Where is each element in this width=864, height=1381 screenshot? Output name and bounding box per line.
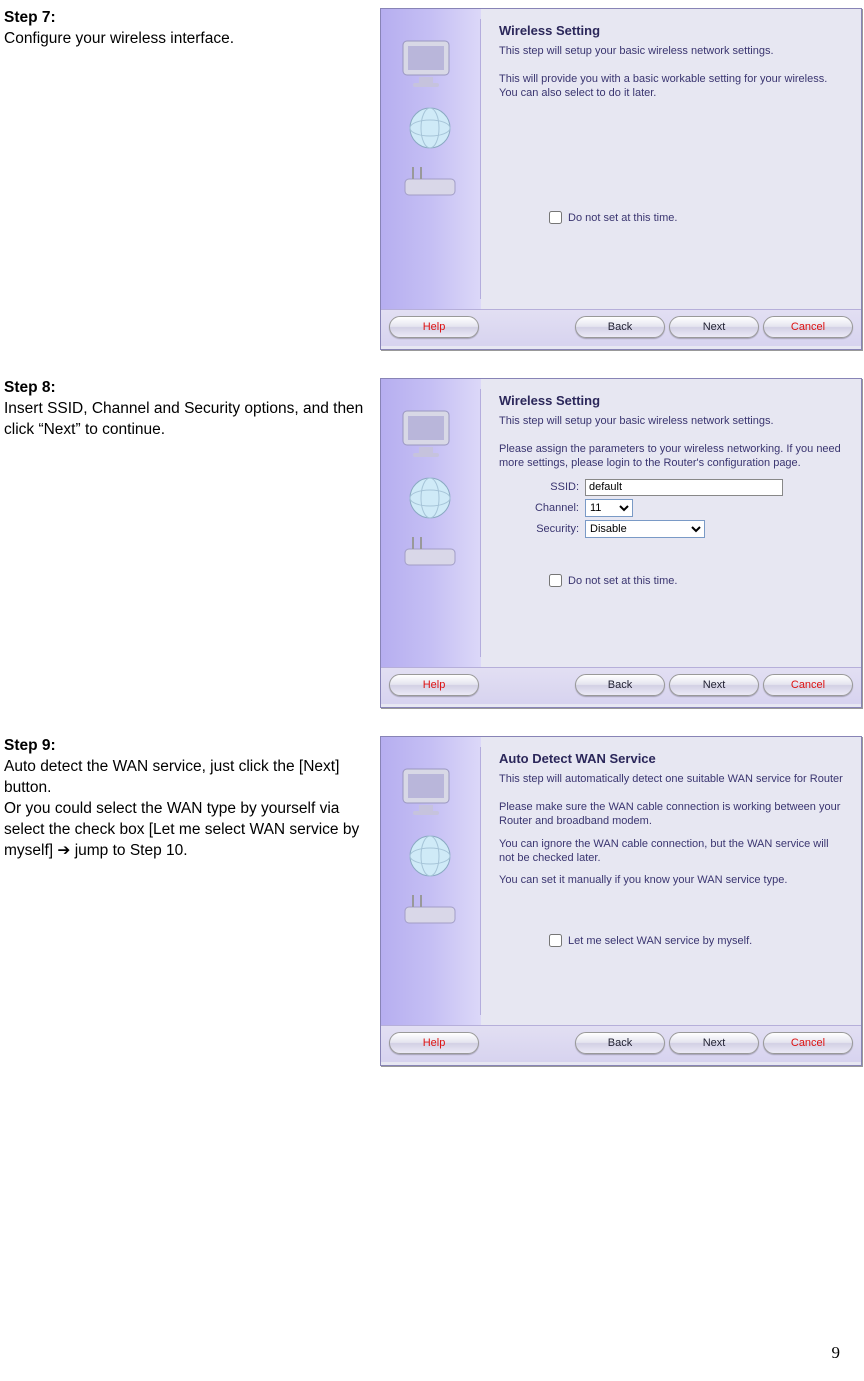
step8-panel-note: Please assign the parameters to your wir… [499,442,845,471]
step9-desc1: Auto detect the WAN service, just click … [4,758,339,796]
step7-panel-note: This will provide you with a basic worka… [499,72,845,101]
step8-donotset-checkbox[interactable] [549,574,562,587]
back-button[interactable]: Back [575,316,665,338]
step9-content: Auto Detect WAN Service This step will a… [481,737,861,1025]
step9-manual-checkbox[interactable] [549,934,562,947]
security-select[interactable]: Disable [585,520,705,538]
step8-content: Wireless Setting This step will setup yo… [481,379,861,667]
step8-heading: Step 8: [4,379,56,396]
security-label: Security: [519,522,579,536]
step7-donotset-label: Do not set at this time. [568,211,677,225]
help-button[interactable]: Help [389,674,479,696]
step9-buttonbar: Help Back Next Cancel [381,1025,861,1062]
step7-text: Step 7: Configure your wireless interfac… [4,8,380,50]
step9-text: Step 9: Auto detect the WAN service, jus… [4,736,380,862]
monitor-icon [399,765,461,821]
wizard-sidebar [381,379,481,667]
channel-label: Channel: [519,501,579,515]
step7-buttonbar: Help Back Next Cancel [381,309,861,346]
router-icon [399,165,463,205]
step9-panel-p3: You can set it manually if you know your… [499,873,845,887]
step9-panel-p1: Please make sure the WAN cable connectio… [499,800,845,829]
step9-desc2: Or you could select the WAN type by your… [4,800,359,859]
router-icon [399,535,463,575]
wizard-sidebar [381,737,481,1025]
step7-heading: Step 7: [4,9,56,26]
step7-panel-title: Wireless Setting [499,23,845,40]
ssid-input[interactable] [585,479,783,496]
step7-desc: Configure your wireless interface. [4,30,234,47]
step9-panel-p2: You can ignore the WAN cable connection,… [499,837,845,866]
step7-content: Wireless Setting This step will setup yo… [481,9,861,309]
step7-donotset-checkbox[interactable] [549,211,562,224]
step8-buttonbar: Help Back Next Cancel [381,667,861,704]
cancel-button[interactable]: Cancel [763,1032,853,1054]
back-button[interactable]: Back [575,674,665,696]
help-button[interactable]: Help [389,1032,479,1054]
step7-wizard: Wireless Setting This step will setup yo… [380,8,862,350]
step9-heading: Step 9: [4,737,56,754]
step9-panel-intro: This step will automatically detect one … [499,772,845,786]
help-button[interactable]: Help [389,316,479,338]
router-icon [399,893,463,933]
next-button[interactable]: Next [669,1032,759,1054]
step7-panel-intro: This step will setup your basic wireless… [499,44,845,58]
globe-icon [407,475,453,521]
back-button[interactable]: Back [575,1032,665,1054]
next-button[interactable]: Next [669,316,759,338]
step8-text: Step 8: Insert SSID, Channel and Securit… [4,378,380,441]
step8-panel-intro: This step will setup your basic wireless… [499,414,845,428]
monitor-icon [399,37,461,93]
globe-icon [407,833,453,879]
cancel-button[interactable]: Cancel [763,316,853,338]
next-button[interactable]: Next [669,674,759,696]
ssid-label: SSID: [519,480,579,494]
step9-panel-title: Auto Detect WAN Service [499,751,845,768]
monitor-icon [399,407,461,463]
globe-icon [407,105,453,151]
step8-panel-title: Wireless Setting [499,393,845,410]
wizard-sidebar [381,9,481,309]
step9-manual-label: Let me select WAN service by myself. [568,934,752,948]
step8-desc: Insert SSID, Channel and Security option… [4,400,363,438]
cancel-button[interactable]: Cancel [763,674,853,696]
page-number: 9 [832,1343,841,1363]
step8-wizard: Wireless Setting This step will setup yo… [380,378,862,708]
step9-wizard: Auto Detect WAN Service This step will a… [380,736,862,1066]
step8-donotset-label: Do not set at this time. [568,574,677,588]
channel-select[interactable]: 11 [585,499,633,517]
